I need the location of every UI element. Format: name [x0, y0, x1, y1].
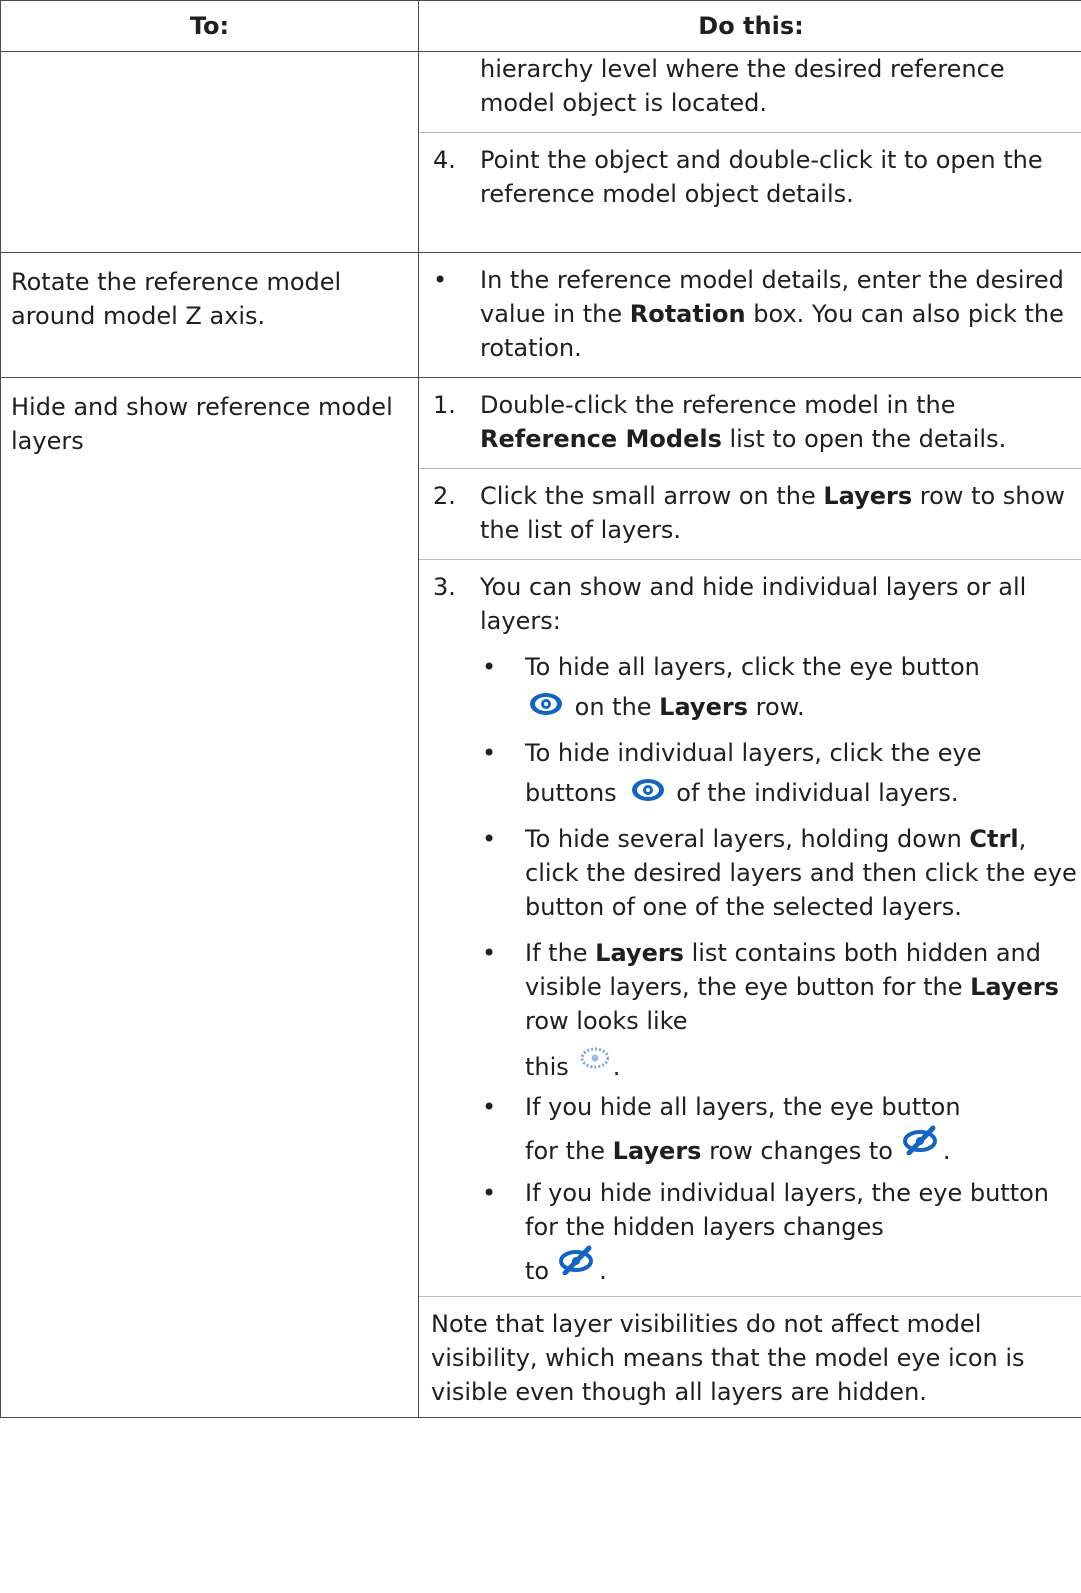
eye-icon — [529, 686, 563, 732]
table-row: Hide and show reference model layers 1. … — [0, 377, 1081, 1418]
step-text: Double-click the reference model in the … — [480, 391, 1007, 453]
note-text: Note that layer visibilities do not affe… — [431, 1310, 1025, 1406]
ui-term-layers: Layers — [823, 482, 913, 510]
to-cell-empty — [0, 51, 419, 253]
do-cell: 1. Double-click the reference model in t… — [418, 377, 1081, 1418]
to-cell: Hide and show reference model layers — [0, 377, 419, 1418]
sub-list-item: • If you hide individual layers, the eye… — [480, 1176, 1077, 1285]
table-row: hierarchy level where the desired refere… — [0, 51, 1081, 253]
ui-term-reference-models: Reference Models — [480, 425, 722, 453]
bullet: • — [433, 266, 448, 294]
step-number: 1. — [433, 391, 456, 419]
step-body: You can show and hide individual layers … — [480, 570, 1081, 1285]
list-item: 3. You can show and hide individual laye… — [419, 560, 1081, 1297]
step-text: You can show and hide individual layers … — [480, 573, 1027, 635]
eye-hidden-icon — [559, 1244, 595, 1290]
list-item: 1. Double-click the reference model in t… — [419, 378, 1081, 469]
list-item: 2. Click the small arrow on the Layers r… — [419, 469, 1081, 560]
bullet: • — [482, 653, 497, 681]
sub-list-item: • To hide several layers, holding down C… — [482, 825, 1077, 921]
list-item: 4. Point the object and double-click it … — [419, 133, 1081, 223]
to-text: Hide and show reference model layers — [11, 393, 393, 455]
sub-list-item: • To hide all layers, click the eye butt… — [480, 650, 1077, 724]
eye-partial-icon — [580, 1038, 610, 1084]
list-item: • In the reference model details, enter … — [419, 253, 1081, 377]
sub-list-item: • If the Layers list contains both hidde… — [480, 936, 1077, 1081]
list-item: hierarchy level where the desired refere… — [419, 52, 1081, 133]
to-cell: Rotate the reference model around model … — [0, 252, 419, 378]
header-to: To: — [0, 0, 419, 52]
header-do-this: Do this: — [418, 0, 1081, 52]
eye-hidden-icon — [902, 1124, 939, 1170]
instructions-table: To: Do this: hierarchy level where the d… — [0, 0, 1081, 1418]
sub-list: • To hide all layers, click the eye butt… — [480, 650, 1077, 1285]
step-continuation-text: hierarchy level where the desired refere… — [480, 55, 1005, 117]
step-text: In the reference model details, enter th… — [480, 266, 1064, 362]
steps-list: hierarchy level where the desired refere… — [419, 52, 1081, 223]
ui-term-rotation: Rotation — [629, 300, 746, 328]
table-header-row: To: Do this: — [0, 0, 1081, 52]
step-number: 2. — [433, 482, 456, 510]
ui-term-ctrl: Ctrl — [969, 825, 1019, 853]
step-number: 4. — [433, 146, 456, 174]
ui-term-layers: Layers — [659, 693, 748, 721]
step-text: Point the object and double-click it to … — [480, 146, 1043, 208]
do-cell: hierarchy level where the desired refere… — [418, 51, 1081, 253]
list-item: Note that layer visibilities do not affe… — [419, 1297, 1081, 1417]
sub-list-item: • If you hide all layers, the eye button… — [480, 1090, 1077, 1165]
step-number: 3. — [433, 573, 456, 601]
eye-icon — [631, 772, 665, 818]
table-row: Rotate the reference model around model … — [0, 252, 1081, 378]
step-text: Click the small arrow on the Layers row … — [480, 482, 1065, 544]
do-cell: • In the reference model details, enter … — [418, 252, 1081, 378]
to-text: Rotate the reference model around model … — [11, 268, 342, 330]
sub-list-item: • To hide individual layers, click the e… — [480, 736, 1077, 810]
